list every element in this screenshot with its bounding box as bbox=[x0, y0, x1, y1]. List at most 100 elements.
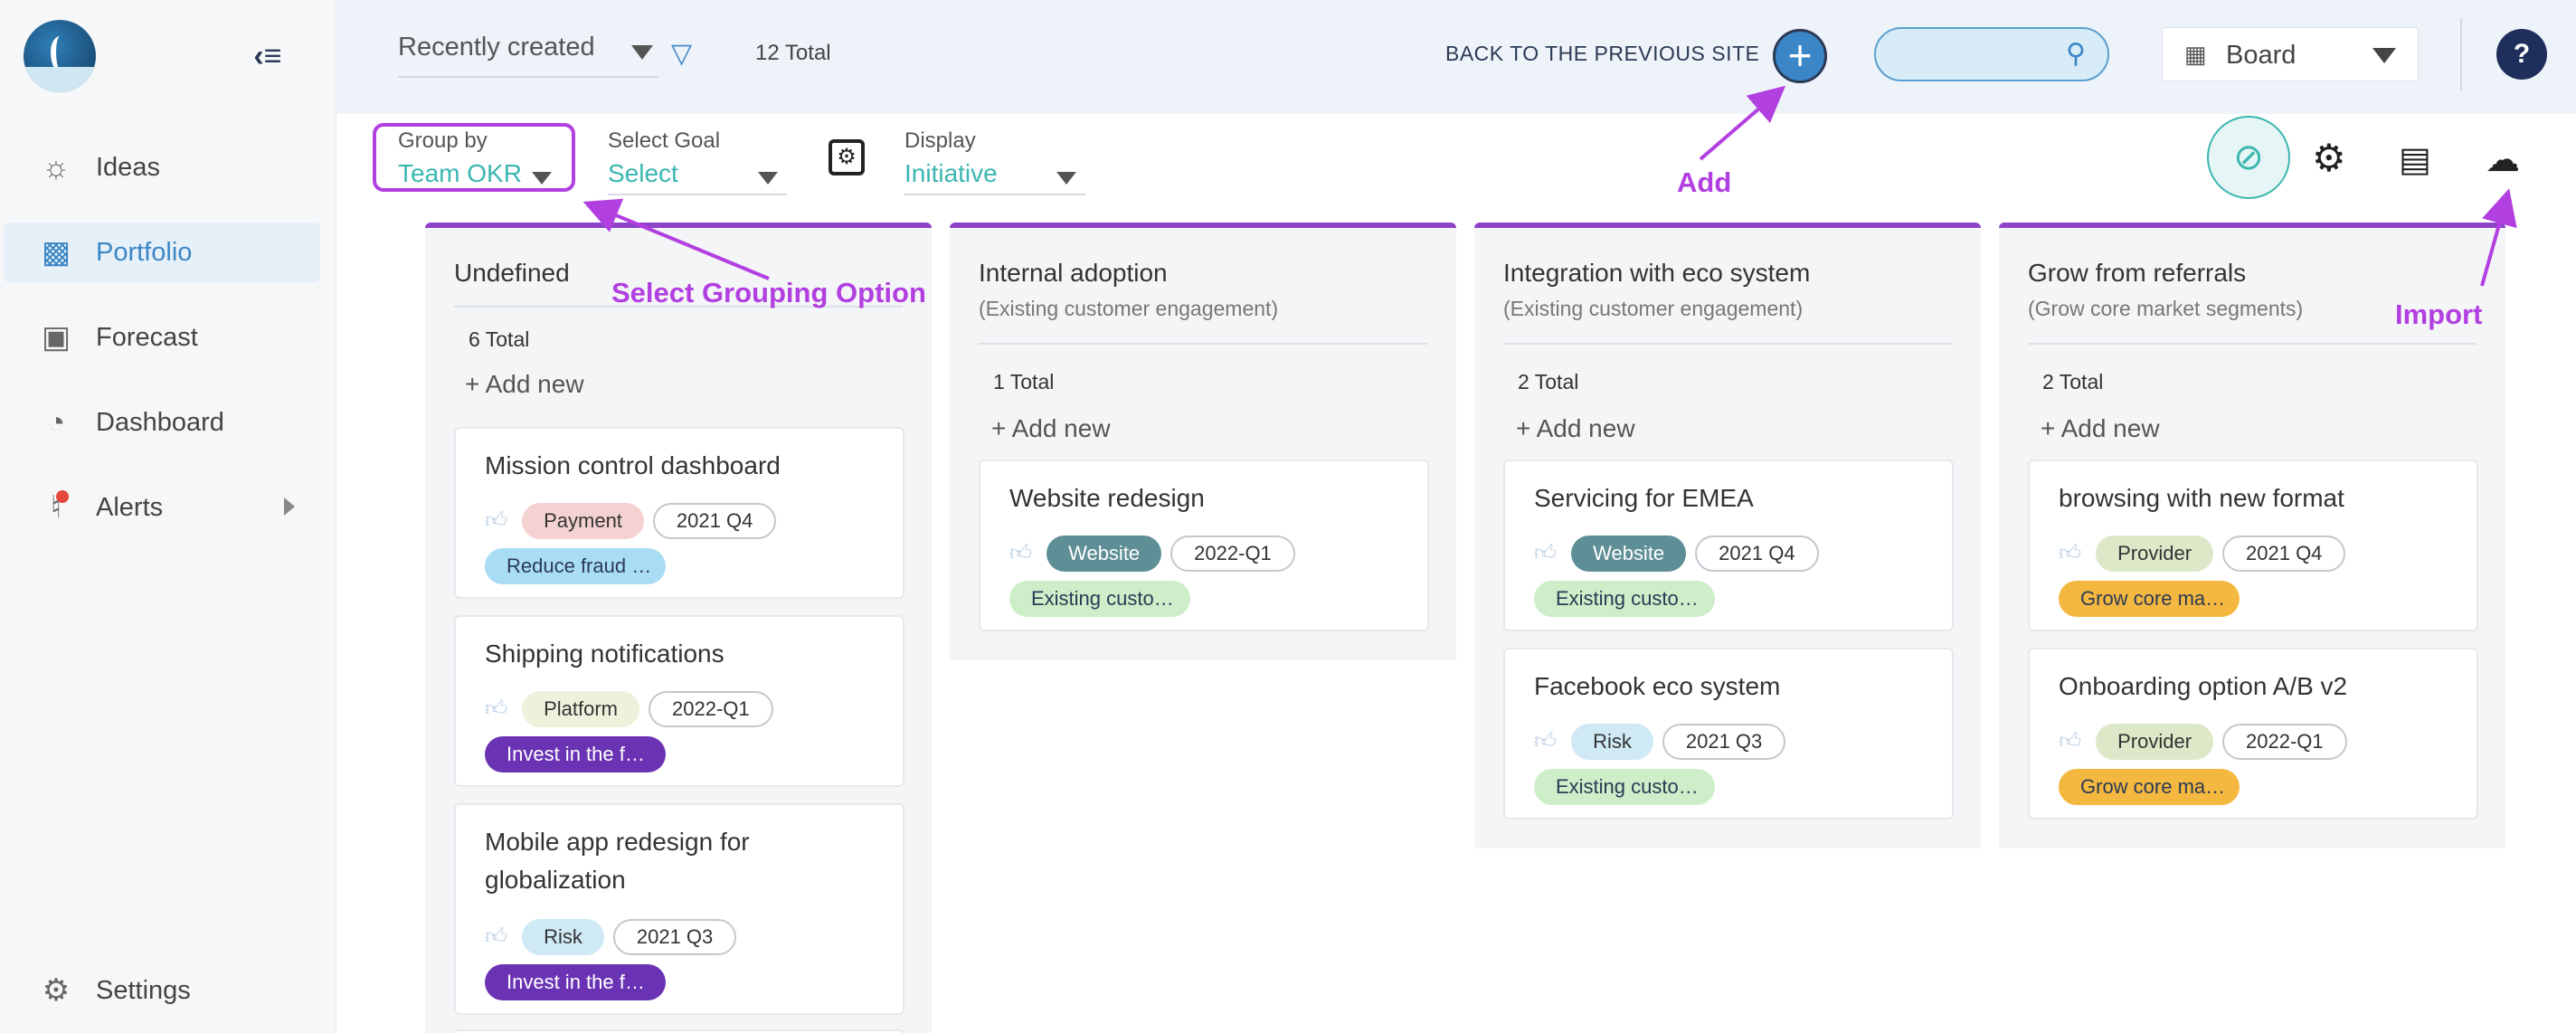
pie-icon: ◔ bbox=[46, 404, 66, 440]
idea-card[interactable] bbox=[454, 1029, 904, 1033]
bulb-icon: ☼ bbox=[42, 149, 71, 185]
display-value[interactable]: Initiative bbox=[904, 159, 1085, 195]
column-total: 6 Total bbox=[469, 327, 530, 351]
quarter-tag: 2021 Q4 bbox=[2222, 535, 2346, 572]
divider bbox=[1503, 343, 1952, 345]
sidebar-item-label: Settings bbox=[96, 975, 191, 1005]
column-subtitle: (Existing customer engagement) bbox=[1503, 297, 1804, 320]
category-tag: Website bbox=[1571, 535, 1687, 572]
sidebar-item-settings[interactable]: ⚙ Settings bbox=[4, 961, 320, 1020]
caret-down-icon bbox=[1056, 172, 1076, 185]
board-column: Internal adoption (Existing customer eng… bbox=[950, 223, 1456, 660]
divider bbox=[2028, 343, 2477, 345]
idea-card[interactable]: Facebook eco system 👍︎ Risk 2021 Q3 Exis… bbox=[1503, 648, 1954, 820]
back-to-previous-site-link[interactable]: BACK TO THE PREVIOUS SITE bbox=[1445, 42, 1759, 66]
app-logo[interactable] bbox=[24, 20, 96, 92]
idea-card[interactable]: Shipping notifications 👍︎ Platform 2022-… bbox=[454, 615, 904, 787]
sidebar-item-label: Alerts bbox=[96, 492, 164, 522]
total-count: 12 Total bbox=[755, 41, 831, 65]
quarter-tag: 2022-Q1 bbox=[649, 691, 773, 727]
sidebar-item-portfolio[interactable]: ▩ Portfolio bbox=[4, 223, 320, 282]
sidebar-item-label: Portfolio bbox=[96, 237, 193, 267]
idea-card[interactable]: Mission control dashboard 👍︎ Payment 202… bbox=[454, 427, 904, 599]
column-subtitle: (Existing customer engagement) bbox=[979, 297, 1279, 320]
idea-card[interactable]: Onboarding option A/B v2 👍︎ Provider 202… bbox=[2028, 648, 2478, 820]
sidebar-item-label: Forecast bbox=[96, 322, 198, 352]
help-button[interactable]: ? bbox=[2496, 29, 2547, 80]
goal-tag: Grow core ma… bbox=[2059, 581, 2240, 617]
gear-icon[interactable]: ⚙ bbox=[2312, 136, 2346, 180]
idea-card[interactable]: Servicing for EMEA 👍︎ Website 2021 Q4 Ex… bbox=[1503, 460, 1954, 631]
thumbs-up-icon[interactable]: 👍︎ bbox=[485, 697, 507, 722]
idea-card[interactable]: Mobile app redesign for globalization 👍︎… bbox=[454, 803, 904, 1015]
sort-select[interactable]: Recently created bbox=[398, 33, 658, 78]
card-title: Facebook eco system bbox=[1534, 672, 1781, 700]
category-tag: Provider bbox=[2096, 724, 2214, 760]
sidebar-item-ideas[interactable]: ☼ Ideas bbox=[4, 137, 320, 197]
idea-card[interactable]: browsing with new format 👍︎ Provider 202… bbox=[2028, 460, 2478, 631]
thumbs-up-icon[interactable]: 👍︎ bbox=[2059, 541, 2081, 566]
thumbs-up-icon[interactable]: 👍︎ bbox=[1534, 541, 1557, 566]
search-icon[interactable]: ⚲ bbox=[2066, 38, 2086, 70]
category-tag: Risk bbox=[522, 919, 604, 955]
sidebar-item-label: Dashboard bbox=[96, 407, 224, 437]
card-title: Shipping notifications bbox=[485, 640, 724, 668]
board-column: Integration with eco system (Existing cu… bbox=[1474, 223, 1981, 848]
gear-icon: ⚙ bbox=[42, 973, 71, 1008]
thumbs-up-icon[interactable]: 👍︎ bbox=[2059, 729, 2081, 754]
thumbs-up-icon[interactable]: 👍︎ bbox=[485, 924, 507, 950]
sidebar: ‹≡ ☼ Ideas ▩ Portfolio ▣ Forecast ◔ Dash… bbox=[0, 0, 336, 1033]
cloud-upload-icon[interactable]: ☁ bbox=[2486, 139, 2520, 180]
column-title: Grow from referrals bbox=[2028, 259, 2247, 287]
category-tag: Platform bbox=[522, 691, 640, 727]
display-label: Display bbox=[904, 128, 976, 153]
category-tag: Provider bbox=[2096, 535, 2214, 572]
card-title: Servicing for EMEA bbox=[1534, 484, 1754, 512]
sidebar-item-forecast[interactable]: ▣ Forecast bbox=[4, 308, 320, 367]
divider bbox=[979, 343, 1427, 345]
quarter-tag: 2021 Q4 bbox=[1695, 535, 1819, 572]
goal-settings-icon[interactable]: ⚙ bbox=[829, 139, 865, 175]
column-title: Internal adoption bbox=[979, 259, 1168, 287]
logo-bird-icon bbox=[51, 36, 74, 76]
display-select[interactable]: Display Initiative bbox=[904, 128, 1085, 195]
top-bar: Recently created ▽ 12 Total BACK TO THE … bbox=[336, 0, 2576, 114]
goal-select[interactable]: Select Goal Select bbox=[608, 128, 787, 195]
card-title: Onboarding option A/B v2 bbox=[2059, 672, 2348, 700]
search-input[interactable]: ⚲ bbox=[1874, 27, 2109, 81]
quarter-tag: 2021 Q4 bbox=[652, 503, 777, 539]
column-total: 1 Total bbox=[993, 370, 1055, 393]
caret-down-icon bbox=[631, 45, 653, 60]
add-new-button[interactable]: + Add new bbox=[991, 414, 1456, 443]
filter-icon[interactable]: ▽ bbox=[671, 38, 692, 70]
category-tag: Risk bbox=[1571, 724, 1653, 760]
category-tag: Website bbox=[1046, 535, 1162, 572]
sort-select-value: Recently created bbox=[398, 33, 595, 62]
collapse-sidebar-icon[interactable]: ‹≡ bbox=[248, 40, 288, 72]
sidebar-item-label: Ideas bbox=[96, 152, 160, 182]
card-title: Mobile app redesign for globalization bbox=[485, 828, 750, 894]
grouping-annotation: Select Grouping Option bbox=[611, 277, 926, 308]
layout-icon[interactable]: ▤ bbox=[2399, 139, 2431, 180]
forecast-icon: ▣ bbox=[41, 320, 71, 355]
add-new-button[interactable]: + Add new bbox=[465, 370, 932, 399]
goal-value[interactable]: Select bbox=[608, 159, 787, 195]
add-new-button[interactable]: + Add new bbox=[2041, 414, 2505, 443]
view-mode-select[interactable]: ▦ Board bbox=[2162, 27, 2419, 81]
goal-label: Select Goal bbox=[608, 128, 721, 153]
add-button[interactable]: + bbox=[1773, 29, 1827, 83]
chevron-right-icon[interactable] bbox=[284, 498, 295, 516]
thumbs-up-icon[interactable]: 👍︎ bbox=[1534, 729, 1557, 754]
sidebar-item-dashboard[interactable]: ◔ Dashboard bbox=[4, 393, 320, 452]
hide-visibility-toggle-icon[interactable]: ⊘ bbox=[2207, 116, 2290, 199]
import-annotation: Import bbox=[2395, 299, 2483, 330]
goal-tag: Reduce fraud … bbox=[485, 548, 666, 584]
group-by-highlight-annotation bbox=[373, 123, 575, 192]
idea-card[interactable]: Website redesign 👍︎ Website 2022-Q1 Exis… bbox=[979, 460, 1429, 631]
column-title: Integration with eco system bbox=[1503, 259, 1811, 287]
thumbs-up-icon[interactable]: 👍︎ bbox=[1009, 541, 1032, 566]
board-icon: ▦ bbox=[2184, 41, 2207, 68]
sidebar-item-alerts[interactable]: ♮ Alerts bbox=[4, 478, 320, 537]
add-new-button[interactable]: + Add new bbox=[1516, 414, 1981, 443]
thumbs-up-icon[interactable]: 👍︎ bbox=[485, 508, 507, 534]
